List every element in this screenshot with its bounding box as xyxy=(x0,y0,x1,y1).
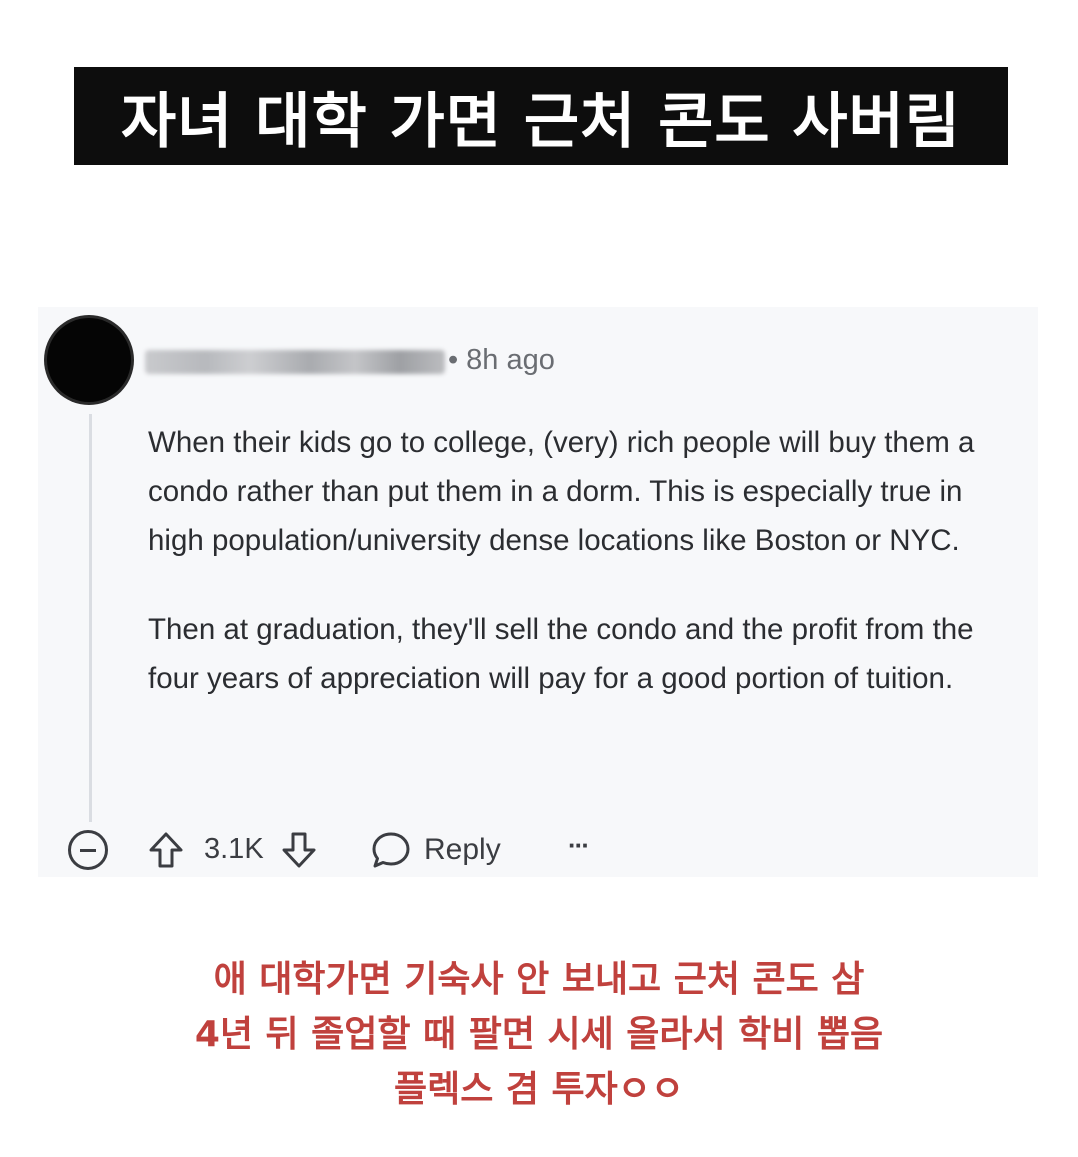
username-blurred[interactable] xyxy=(145,350,445,374)
timestamp: 8h ago xyxy=(466,344,555,376)
reply-button[interactable]: Reply xyxy=(370,826,501,874)
comment-body: When their kids go to college, (very) ri… xyxy=(148,418,1018,703)
reply-label: Reply xyxy=(424,833,501,866)
comment-meta: • 8h ago xyxy=(448,344,555,377)
more-options-button[interactable]: ··· xyxy=(568,830,590,861)
reply-icon xyxy=(372,832,410,868)
meta-separator: • xyxy=(448,344,459,376)
upvote-icon[interactable] xyxy=(146,830,186,870)
caption-line: 애 대학가면 기숙사 안 보내고 근처 콘도 삼 xyxy=(213,959,865,1000)
comment-action-bar: 3.1K Reply ··· xyxy=(64,826,624,874)
comment-paragraph: When their kids go to college, (very) ri… xyxy=(148,426,975,557)
downvote-icon[interactable] xyxy=(279,830,319,870)
caption-line: 4년 뒤 졸업할 때 팔면 시세 올라서 학비 뽑음 xyxy=(194,1014,884,1055)
thread-line[interactable] xyxy=(89,414,92,822)
caption-line: 플렉스 겸 투자ㅇㅇ xyxy=(393,1069,685,1110)
title-text: 자녀 대학 가면 근처 콘도 사버림 xyxy=(120,86,962,157)
vote-score: 3.1K xyxy=(204,833,264,865)
page: 자녀 대학 가면 근처 콘도 사버림 • 8h ago When their ki… xyxy=(0,0,1078,1157)
title-banner: 자녀 대학 가면 근처 콘도 사버림 xyxy=(74,67,1008,165)
collapse-icon[interactable] xyxy=(68,830,108,870)
caption: 애 대학가면 기숙사 안 보내고 근처 콘도 삼 4년 뒤 졸업할 때 팔면 시… xyxy=(0,952,1078,1117)
comment-paragraph: Then at graduation, they'll sell the con… xyxy=(148,613,974,695)
avatar[interactable] xyxy=(47,318,131,402)
